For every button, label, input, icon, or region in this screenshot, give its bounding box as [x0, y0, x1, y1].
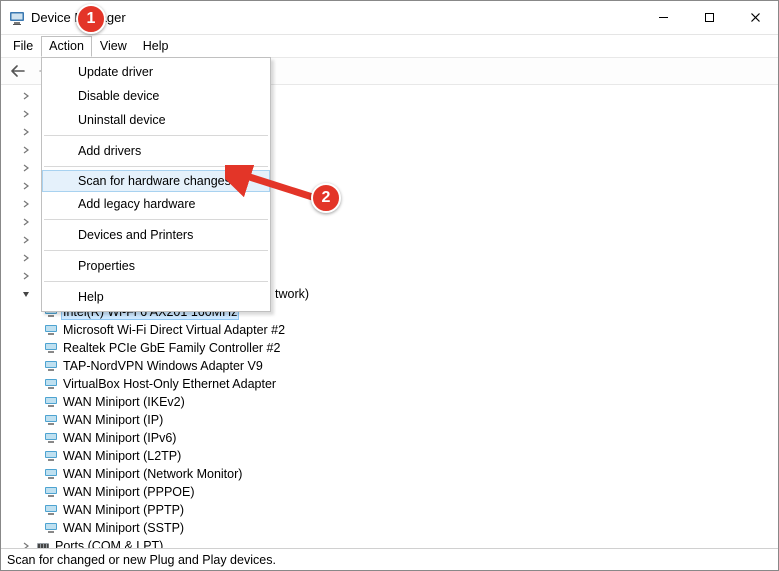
- close-button[interactable]: [732, 2, 778, 34]
- ports-icon: [35, 538, 51, 548]
- menubar: File Action View Help: [1, 35, 778, 57]
- network-adapter-icon: [43, 358, 59, 374]
- expand-arrow-icon[interactable]: [19, 143, 33, 157]
- tree-item-label: WAN Miniport (L2TP): [63, 449, 181, 463]
- minimize-button[interactable]: [640, 2, 686, 34]
- menu-file[interactable]: File: [5, 36, 41, 56]
- tree-item-label: WAN Miniport (PPTP): [63, 503, 184, 517]
- menu-item-uninstall-device[interactable]: Uninstall device: [42, 108, 270, 132]
- window-title: Device Manager: [31, 10, 640, 25]
- network-adapter-icon: [43, 394, 59, 410]
- tree-item-label: WAN Miniport (Network Monitor): [63, 467, 242, 481]
- menu-separator: [44, 250, 268, 251]
- annotation-badge-1: 1: [76, 4, 106, 34]
- tree-item-adapter[interactable]: VirtualBox Host-Only Ethernet Adapter: [1, 375, 778, 393]
- app-icon: [9, 10, 25, 26]
- expand-arrow-icon[interactable]: [19, 539, 33, 548]
- menu-item-add-drivers[interactable]: Add drivers: [42, 139, 270, 163]
- menu-view[interactable]: View: [92, 36, 135, 56]
- collapse-arrow-icon[interactable]: [19, 287, 33, 301]
- menu-item-add-legacy[interactable]: Add legacy hardware: [42, 192, 270, 216]
- expand-arrow-icon[interactable]: [19, 125, 33, 139]
- network-adapter-icon: [43, 484, 59, 500]
- network-adapter-icon: [43, 376, 59, 392]
- back-button[interactable]: [7, 59, 31, 83]
- expand-arrow-icon[interactable]: [19, 89, 33, 103]
- expand-arrow-icon[interactable]: [19, 215, 33, 229]
- action-dropdown: Update driver Disable device Uninstall d…: [41, 57, 271, 312]
- menu-separator: [44, 219, 268, 220]
- network-adapter-icon: [43, 322, 59, 338]
- menu-separator: [44, 135, 268, 136]
- tree-item-adapter[interactable]: WAN Miniport (PPTP): [1, 501, 778, 519]
- tree-item-adapter[interactable]: Realtek PCIe GbE Family Controller #2: [1, 339, 778, 357]
- tree-category-label: twork): [275, 287, 309, 301]
- menu-item-properties[interactable]: Properties: [42, 254, 270, 278]
- expand-arrow-icon[interactable]: [19, 161, 33, 175]
- tree-item-adapter[interactable]: WAN Miniport (Network Monitor): [1, 465, 778, 483]
- menu-action[interactable]: Action: [41, 36, 92, 57]
- tree-item-adapter[interactable]: WAN Miniport (PPPOE): [1, 483, 778, 501]
- tree-item-label: VirtualBox Host-Only Ethernet Adapter: [63, 377, 276, 391]
- network-adapter-icon: [43, 448, 59, 464]
- tree-item-adapter[interactable]: WAN Miniport (IKEv2): [1, 393, 778, 411]
- tree-item-label: TAP-NordVPN Windows Adapter V9: [63, 359, 263, 373]
- tree-item-label: Realtek PCIe GbE Family Controller #2: [63, 341, 280, 355]
- tree-item-adapter[interactable]: WAN Miniport (IP): [1, 411, 778, 429]
- annotation-badge-2: 2: [311, 183, 341, 213]
- tree-item-adapter[interactable]: WAN Miniport (SSTP): [1, 519, 778, 537]
- maximize-button[interactable]: [686, 2, 732, 34]
- tree-category-label: Ports (COM & LPT): [55, 539, 163, 548]
- expand-arrow-icon[interactable]: [19, 251, 33, 265]
- tree-item-adapter[interactable]: TAP-NordVPN Windows Adapter V9: [1, 357, 778, 375]
- tree-category-ports[interactable]: Ports (COM & LPT): [1, 537, 778, 548]
- expand-arrow-icon[interactable]: [19, 233, 33, 247]
- tree-item-label: WAN Miniport (IP): [63, 413, 163, 427]
- menu-separator: [44, 166, 268, 167]
- statusbar-text: Scan for changed or new Plug and Play de…: [7, 553, 276, 567]
- titlebar: Device Manager: [1, 1, 778, 35]
- network-adapter-icon: [43, 520, 59, 536]
- network-adapter-icon: [43, 502, 59, 518]
- network-adapter-icon: [43, 430, 59, 446]
- expand-arrow-icon[interactable]: [19, 269, 33, 283]
- tree-item-adapter[interactable]: Microsoft Wi-Fi Direct Virtual Adapter #…: [1, 321, 778, 339]
- tree-item-label: WAN Miniport (IKEv2): [63, 395, 185, 409]
- menu-help[interactable]: Help: [135, 36, 177, 56]
- tree-item-label: WAN Miniport (IPv6): [63, 431, 176, 445]
- tree-item-adapter[interactable]: WAN Miniport (IPv6): [1, 429, 778, 447]
- menu-separator: [44, 281, 268, 282]
- network-adapter-icon: [43, 466, 59, 482]
- tree-item-label: WAN Miniport (PPPOE): [63, 485, 195, 499]
- expand-arrow-icon[interactable]: [19, 197, 33, 211]
- menu-item-disable-device[interactable]: Disable device: [42, 84, 270, 108]
- tree-item-label: WAN Miniport (SSTP): [63, 521, 184, 535]
- expand-arrow-icon[interactable]: [19, 179, 33, 193]
- network-adapter-icon: [43, 340, 59, 356]
- tree-item-label: Microsoft Wi-Fi Direct Virtual Adapter #…: [63, 323, 285, 337]
- tree-item-adapter[interactable]: WAN Miniport (L2TP): [1, 447, 778, 465]
- expand-arrow-icon[interactable]: [19, 107, 33, 121]
- network-adapter-icon: [43, 412, 59, 428]
- statusbar: Scan for changed or new Plug and Play de…: [1, 548, 778, 570]
- menu-item-update-driver[interactable]: Update driver: [42, 60, 270, 84]
- menu-item-help[interactable]: Help: [42, 285, 270, 309]
- menu-item-scan-hardware[interactable]: Scan for hardware changes: [42, 170, 270, 192]
- menu-item-devices-printers[interactable]: Devices and Printers: [42, 223, 270, 247]
